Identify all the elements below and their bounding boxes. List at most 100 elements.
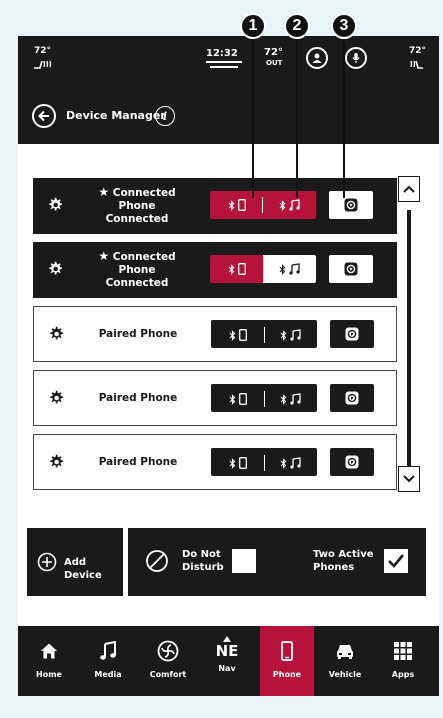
callout-marker-3: 3 <box>331 13 357 39</box>
phone-icon <box>239 329 247 341</box>
nav-vehicle[interactable]: Vehicle <box>321 626 369 696</box>
nav-label: Media <box>94 670 122 679</box>
dnd-label-line1: Do Not <box>182 549 221 560</box>
divider <box>264 327 265 343</box>
bluetooth-audio-toggle[interactable] <box>264 321 316 347</box>
nav-label: Nav <box>218 664 236 673</box>
profile-button[interactable] <box>306 47 328 69</box>
callout-marker-2: 2 <box>284 13 310 39</box>
gear-icon <box>50 326 63 340</box>
music-note-icon <box>289 457 301 469</box>
bluetooth-phone-toggle[interactable] <box>210 191 263 219</box>
arrow-left-icon <box>38 110 49 122</box>
bluetooth-phone-toggle[interactable] <box>212 385 264 411</box>
carplay-button[interactable] <box>330 384 374 412</box>
scroll-down-button[interactable] <box>398 466 420 492</box>
page-header: Device Manager i <box>18 88 439 144</box>
bluetooth-audio-toggle[interactable] <box>264 449 316 475</box>
bluetooth-icon <box>228 263 234 275</box>
scrollbar-track[interactable] <box>407 210 411 470</box>
connection-toggle-group <box>211 448 317 476</box>
status-bar: 72° 12:32 72° OUT 72° <box>18 36 439 88</box>
callout-line <box>343 38 345 198</box>
passenger-seat-heat-icon[interactable] <box>409 58 425 73</box>
device-name: Paired Phone <box>98 327 178 340</box>
nav-label: Home <box>36 670 62 679</box>
nav-phone[interactable]: Phone <box>260 626 314 696</box>
device-name: Connected Phone <box>112 187 176 212</box>
device-label: Paired Phone <box>82 435 194 489</box>
device-row[interactable]: Paired Phone <box>33 306 397 362</box>
phone-icon <box>281 641 293 661</box>
carplay-icon <box>344 262 358 276</box>
device-row[interactable]: ★ Connected Phone Connected <box>33 242 397 298</box>
outside-label: OUT <box>266 59 283 67</box>
device-name: Paired Phone <box>98 455 178 468</box>
device-label: Paired Phone <box>82 307 194 361</box>
outside-temp: 72° <box>264 47 283 58</box>
device-row[interactable]: Paired Phone <box>33 434 397 490</box>
music-note-icon <box>289 329 301 341</box>
favorite-star-icon: ★ <box>98 185 110 199</box>
carplay-button[interactable] <box>329 255 373 283</box>
device-settings-button[interactable] <box>33 242 73 298</box>
driver-temp[interactable]: 72° <box>34 47 51 56</box>
passenger-temp[interactable]: 72° <box>409 47 426 56</box>
device-label: Paired Phone <box>82 371 194 425</box>
voice-button[interactable] <box>345 47 367 69</box>
bluetooth-icon <box>280 393 286 405</box>
add-device-label: Add Device <box>64 557 102 581</box>
divider <box>264 455 265 471</box>
info-button[interactable]: i <box>155 106 175 126</box>
device-label: ★ Connected Phone Connected <box>81 242 193 298</box>
nav-home[interactable]: Home <box>25 626 73 696</box>
bluetooth-audio-toggle[interactable] <box>263 191 316 219</box>
carplay-button[interactable] <box>330 448 374 476</box>
scroll-up-button[interactable] <box>398 176 420 202</box>
do-not-disturb-icon <box>146 550 168 572</box>
gear-icon <box>49 261 62 275</box>
climate-fan-icon <box>157 640 179 662</box>
dnd-label-line2: Disturb <box>182 562 224 573</box>
phone-icon <box>237 263 246 275</box>
bluetooth-icon <box>279 199 286 211</box>
two-active-phones-checkbox[interactable] <box>384 549 408 573</box>
device-settings-button[interactable] <box>34 307 74 361</box>
two-active-label-line1: Two Active <box>313 549 374 560</box>
device-row[interactable]: Paired Phone <box>33 370 397 426</box>
device-settings-button[interactable] <box>34 435 74 489</box>
bluetooth-audio-toggle[interactable] <box>263 255 316 283</box>
back-button[interactable] <box>32 104 56 128</box>
gear-icon <box>49 197 62 211</box>
nav-nav[interactable]: NE Nav <box>203 626 251 696</box>
bluetooth-phone-toggle[interactable] <box>212 449 264 475</box>
seat-heat-icon[interactable] <box>32 58 52 73</box>
bluetooth-phone-toggle[interactable] <box>212 321 264 347</box>
gear-icon <box>50 390 63 404</box>
carplay-button[interactable] <box>329 191 373 219</box>
connection-toggle-group <box>210 191 316 219</box>
favorite-star-icon: ★ <box>98 249 110 263</box>
apps-grid-icon <box>394 642 412 660</box>
bluetooth-audio-toggle[interactable] <box>264 385 316 411</box>
bluetooth-phone-toggle[interactable] <box>210 255 263 283</box>
bluetooth-icon <box>229 457 236 469</box>
phone-icon <box>239 393 247 405</box>
callout-marker-1: 1 <box>240 13 266 39</box>
bottom-nav-bar: Home Media Comfort NE Nav Phone Vehicle <box>18 626 439 696</box>
carplay-button[interactable] <box>330 320 374 348</box>
nav-apps[interactable]: Apps <box>379 626 427 696</box>
nav-media[interactable]: Media <box>84 626 132 696</box>
clock: 12:32 <box>206 48 238 59</box>
clock-underline <box>206 61 242 63</box>
add-device-button[interactable]: Add Device <box>27 528 123 596</box>
device-settings-button[interactable] <box>33 178 73 234</box>
two-active-label-line2: Phones <box>313 562 355 573</box>
device-settings-button[interactable] <box>34 371 74 425</box>
nav-comfort[interactable]: Comfort <box>144 626 192 696</box>
bluetooth-icon <box>280 457 286 469</box>
divider <box>262 197 263 213</box>
do-not-disturb-checkbox[interactable] <box>232 549 256 573</box>
device-status: Connected <box>105 277 169 289</box>
music-note-icon <box>289 199 300 211</box>
